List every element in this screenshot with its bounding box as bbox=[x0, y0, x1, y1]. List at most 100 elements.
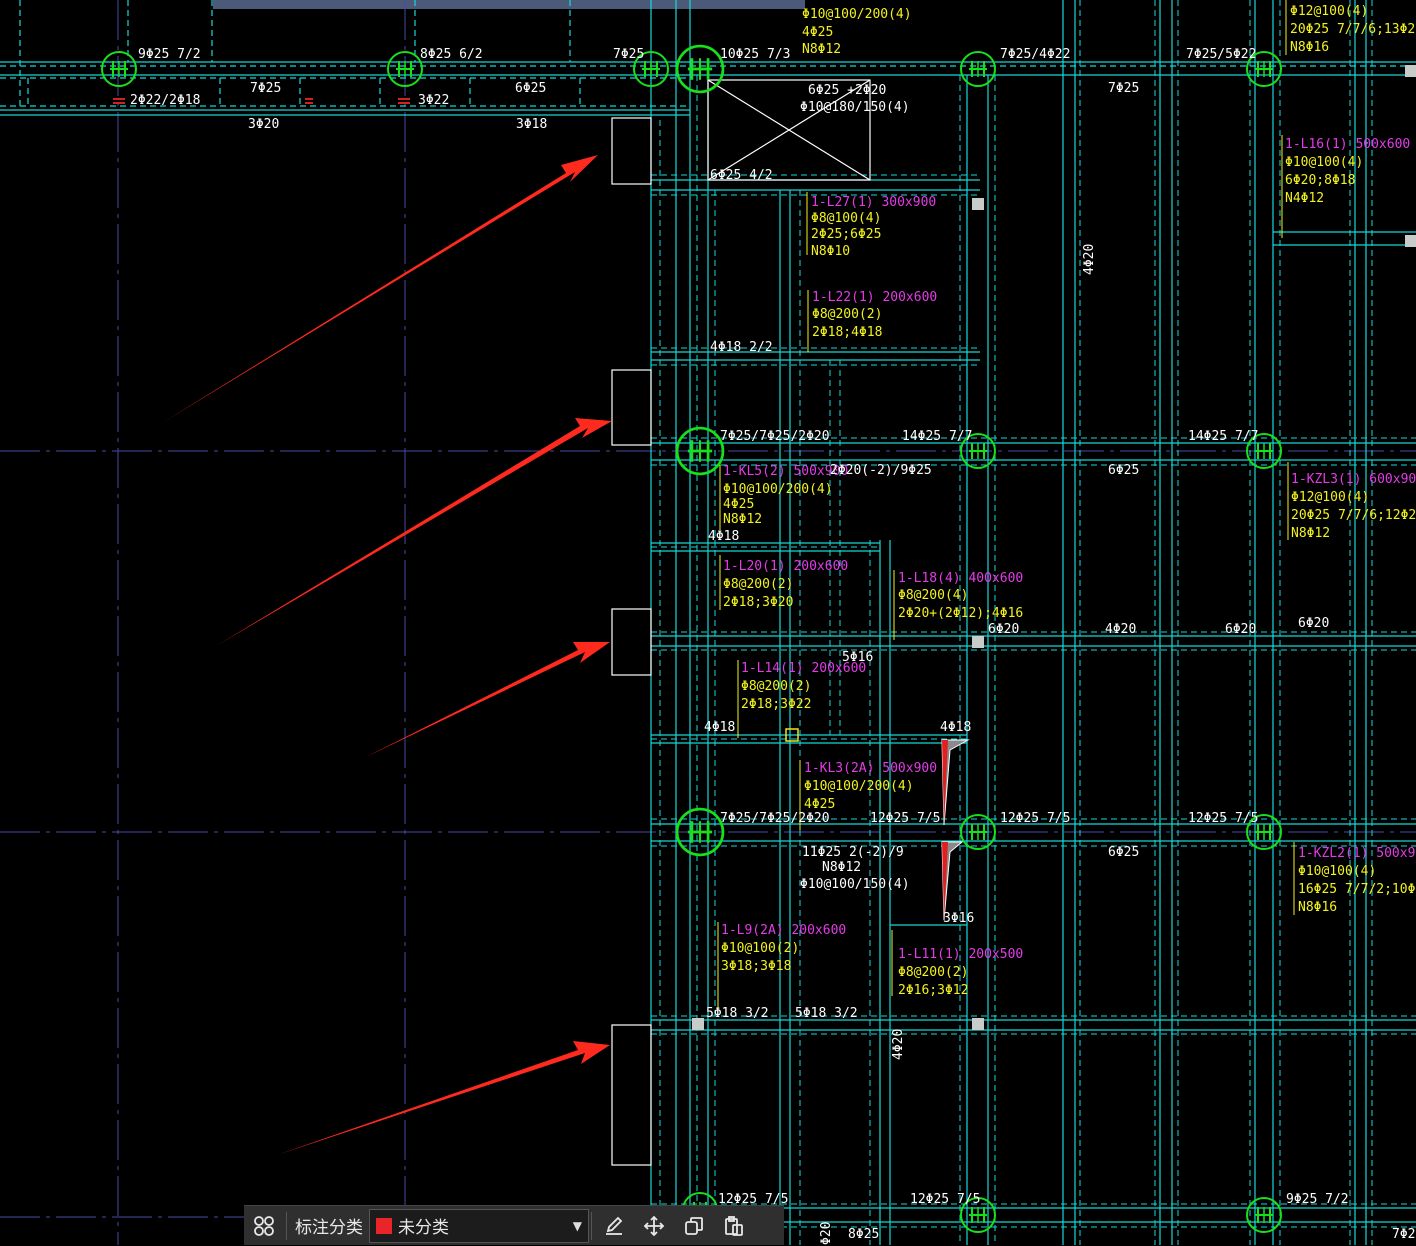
category-select-value: 未分类 bbox=[398, 1218, 449, 1238]
label-l16-title: 1-L16(1) 500x600 bbox=[1285, 137, 1410, 152]
move-button[interactable] bbox=[634, 1206, 674, 1246]
toolbar-divider bbox=[591, 1211, 592, 1240]
chevron-down-icon: ▼ bbox=[572, 1218, 582, 1233]
label-row1-f: 7Φ25/5Φ22 bbox=[1186, 47, 1256, 62]
label-b11-b: N8Φ12 bbox=[822, 860, 861, 875]
move-icon bbox=[643, 1215, 665, 1236]
label-l14-c: 2Φ18;3Φ22 bbox=[741, 697, 811, 712]
label-top-b: 4Φ25 bbox=[802, 25, 833, 40]
grid-icon bbox=[254, 1215, 274, 1236]
column-markers bbox=[101, 44, 1282, 1233]
label-row1b-c: 7Φ25 bbox=[1108, 81, 1139, 96]
label-l22-title: 1-L22(1) 200x600 bbox=[812, 290, 937, 305]
label-row3-a: 6Φ20 bbox=[988, 622, 1019, 637]
label-top-c: N8Φ12 bbox=[802, 42, 841, 57]
label-l9-title: 1-L9(2A) 200x600 bbox=[721, 923, 846, 938]
label-row1-d: 10Φ25 7/3 bbox=[720, 47, 790, 62]
label-row1c-b: 3Φ18 bbox=[516, 117, 547, 132]
label-row7-f: Φ20 bbox=[819, 1222, 834, 1245]
label-top-f: N8Φ16 bbox=[1290, 40, 1329, 55]
label-l22-b: Φ8@200(2) bbox=[812, 307, 882, 322]
paste-button[interactable] bbox=[714, 1206, 754, 1246]
label-l14-title: 1-L14(1) 200x600 bbox=[741, 661, 866, 676]
label-row1-b: 8Φ25 6/2 bbox=[420, 47, 483, 62]
label-l13-a: 6Φ25 +2Φ20 bbox=[808, 83, 886, 98]
label-kl5-b: Φ10@100/200(4) bbox=[723, 482, 833, 497]
label-row5-d: 12Φ25 7/5 bbox=[1188, 811, 1258, 826]
label-l20-c: 2Φ18;3Φ20 bbox=[723, 595, 793, 610]
label-row1b-b: 6Φ25 bbox=[515, 81, 546, 96]
copy-button[interactable] bbox=[674, 1206, 714, 1246]
label-row2-c: 14Φ25 7/7 bbox=[1188, 429, 1258, 444]
red-arrow-4 bbox=[277, 1041, 610, 1155]
red-arrow-3 bbox=[366, 642, 610, 757]
category-color-swatch bbox=[376, 1217, 392, 1234]
label-row6-a: 3Φ16 bbox=[943, 911, 974, 926]
label-l9-b: Φ10@100(2) bbox=[721, 941, 799, 956]
label-kzl3-title: 1-KZL3(1) 600x900 bbox=[1291, 472, 1416, 487]
label-l11-title: 1-L11(1) 200x500 bbox=[898, 947, 1023, 962]
label-l11-c: 2Φ16;3Φ12 bbox=[898, 983, 968, 998]
annotation-toolbar: 标注分类 未分类 ▼ bbox=[244, 1205, 784, 1245]
red-arrow-2 bbox=[216, 418, 612, 646]
label-l20-title: 1-L20(1) 200x600 bbox=[723, 559, 848, 574]
label-kzl3-d: N8Φ12 bbox=[1291, 526, 1330, 541]
label-row7-b: 12Φ25 7/5 bbox=[910, 1192, 980, 1207]
grid-menu-button[interactable] bbox=[244, 1206, 284, 1246]
category-select[interactable]: 未分类 ▼ bbox=[369, 1208, 589, 1243]
label-kzl3-c: 20Φ25 7/7/6;12Φ25 3/9 bbox=[1291, 508, 1416, 523]
label-l13-b: Φ10@180/150(4) bbox=[800, 100, 910, 115]
label-l16-b: Φ10@100(4) bbox=[1285, 155, 1363, 170]
label-row5-e: 6Φ25 bbox=[1108, 845, 1139, 860]
label-l16-c: 6Φ20;8Φ18 bbox=[1285, 173, 1355, 188]
label-row2b-a: 2Φ20(-2)/9Φ25 bbox=[830, 463, 932, 478]
label-l14-b: Φ8@200(2) bbox=[741, 679, 811, 694]
label-l18-b: Φ8@200(4) bbox=[898, 588, 968, 603]
label-row2-b: 14Φ25 7/7 bbox=[902, 429, 972, 444]
label-row3-b: 4Φ20 bbox=[1105, 622, 1136, 637]
paste-icon bbox=[725, 1215, 743, 1236]
label-l16-d: N4Φ12 bbox=[1285, 191, 1324, 206]
label-row5-b: 12Φ25 7/5 bbox=[870, 811, 940, 826]
label-row7-c: 9Φ25 7/2 bbox=[1286, 1192, 1349, 1207]
label-row1-a: 9Φ25 7/2 bbox=[138, 47, 201, 62]
label-row1b-a: 7Φ25 bbox=[250, 81, 281, 96]
label-l27-b: Φ8@100(4) bbox=[811, 211, 881, 226]
label-row1-c: 7Φ25 bbox=[613, 47, 644, 62]
label-l11-b: Φ8@200(2) bbox=[898, 965, 968, 980]
annotation-category-label: 标注分类 bbox=[295, 1218, 363, 1238]
label-row1b-e: 3Φ22 bbox=[418, 93, 449, 108]
copy-icon bbox=[685, 1216, 703, 1235]
label-row1b-d: 2Φ22/2Φ18 bbox=[130, 93, 200, 108]
cad-drawing-canvas[interactable]: 9Φ25 7/2 8Φ25 6/2 7Φ25 10Φ25 7/3 7Φ25/4Φ… bbox=[0, 0, 1416, 1245]
label-l27-d: N8Φ10 bbox=[811, 244, 850, 259]
label-l9-c: 3Φ18;3Φ18 bbox=[721, 959, 791, 974]
label-b418: 4Φ18 2/2 bbox=[710, 340, 773, 355]
label-b11-c: Φ10@100/150(4) bbox=[800, 877, 910, 892]
label-kl5-c: 4Φ25 bbox=[723, 497, 754, 512]
label-kzl2-d: N8Φ16 bbox=[1298, 900, 1337, 915]
label-v4020: 4Φ20 bbox=[1082, 244, 1097, 275]
section-wedges bbox=[941, 739, 970, 921]
label-kl3-c: 4Φ25 bbox=[804, 797, 835, 812]
edit-button[interactable] bbox=[594, 1206, 634, 1246]
label-row4-a: 4Φ18 bbox=[704, 720, 735, 735]
label-row2b-b: 6Φ25 bbox=[1108, 463, 1139, 478]
label-top-e: 20Φ25 7/7/6;13Φ25 4/9 bbox=[1290, 22, 1416, 37]
label-l27-title: 1-L27(1) 300x900 bbox=[811, 195, 936, 210]
label-l27-c: 2Φ25;6Φ25 bbox=[811, 227, 881, 242]
label-top-a: Φ10@100/200(4) bbox=[802, 7, 912, 22]
label-kl3-title: 1-KL3(2A) 500x900 bbox=[804, 761, 937, 776]
label-row2-a: 7Φ25/7Φ25/2Φ20 bbox=[720, 429, 830, 444]
label-row2b-c: 4Φ18 bbox=[708, 529, 739, 544]
label-kzl2-b: Φ10@100(4) bbox=[1298, 864, 1376, 879]
label-l22-c: 2Φ18;4Φ18 bbox=[812, 325, 882, 340]
label-l18-c: 2Φ20+(2Φ12);4Φ16 bbox=[898, 606, 1023, 621]
label-row3-c: 6Φ20 bbox=[1225, 622, 1256, 637]
label-row1c-a: 3Φ20 bbox=[248, 117, 279, 132]
label-row6-c: 5Φ18 3/2 bbox=[795, 1006, 858, 1021]
label-row7-e: 8Φ25 bbox=[848, 1227, 879, 1242]
label-kzl3-b: Φ12@100(4) bbox=[1291, 490, 1369, 505]
label-row3-d: 6Φ20 bbox=[1298, 616, 1329, 631]
label-row6-b: 5Φ18 3/2 bbox=[706, 1006, 769, 1021]
